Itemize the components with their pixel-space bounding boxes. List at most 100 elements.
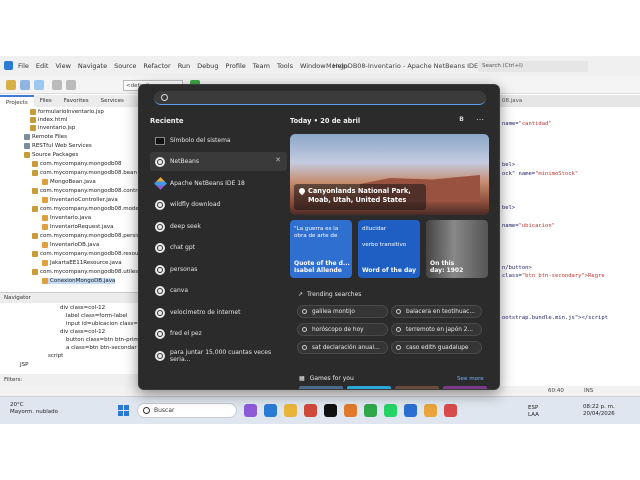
flyout-search-input[interactable] (154, 91, 486, 105)
menu-team[interactable]: Team (253, 62, 270, 70)
tree-item[interactable]: com.mycompany.mongodb08.bean (32, 170, 137, 176)
quote-card[interactable]: "La guerra es la obra de arte de Quote o… (290, 220, 352, 278)
game-thumbnail[interactable] (299, 386, 343, 389)
menu-run[interactable]: Run (178, 62, 190, 70)
tree-item[interactable]: com.mycompany.mongodb08.modelo (32, 206, 144, 212)
office-icon[interactable] (304, 404, 317, 417)
menu-navigate[interactable]: Navigate (78, 62, 107, 70)
jsp-tab[interactable]: JSP (20, 362, 28, 368)
xampp-icon[interactable] (344, 404, 357, 417)
menu-source[interactable]: Source (114, 62, 136, 70)
chrome-icon[interactable] (364, 404, 377, 417)
tab-files[interactable]: Files (34, 95, 58, 107)
ide-search-input[interactable]: Search (Ctrl+I) (478, 61, 588, 72)
menu-edit[interactable]: Edit (36, 62, 49, 70)
bing-icon[interactable]: B (457, 116, 466, 125)
menu-tools[interactable]: Tools (277, 62, 293, 70)
editor-tab[interactable]: 08.java (498, 95, 640, 107)
code-editor[interactable]: 08.java name="cantidad" bel> ock" name="… (498, 95, 640, 385)
more-options-icon[interactable]: ⋯ (476, 115, 484, 124)
taskbar-search[interactable]: Buscar (137, 403, 237, 418)
tree-item[interactable]: InventarioDB.java (42, 242, 99, 248)
menu-profile[interactable]: Profile (226, 62, 246, 70)
game-thumbnail[interactable] (443, 386, 487, 389)
navigator-item[interactable]: script (48, 353, 63, 359)
trending-pill[interactable]: terremoto en japón 2... (391, 323, 482, 336)
on-this-day-card[interactable]: On this day: 1902 (426, 220, 488, 278)
tree-item[interactable]: MongoBean.java (42, 179, 96, 185)
tab-favorites[interactable]: Favorites (58, 95, 95, 107)
tree-item[interactable]: com.mycompany.mongodb08.resource (32, 251, 147, 257)
store-icon[interactable] (404, 404, 417, 417)
tree-item[interactable]: inventario.jsp (30, 125, 75, 131)
language-indicator[interactable]: ESP LAA (528, 405, 539, 419)
tree-item[interactable]: Source Packages (24, 152, 78, 158)
netbeans-taskbar-icon[interactable] (424, 404, 437, 417)
game-thumbnail[interactable] (395, 386, 439, 389)
new-project-icon[interactable] (6, 80, 16, 90)
save-icon[interactable] (34, 80, 44, 90)
game-thumbnail[interactable] (347, 386, 391, 389)
file-explorer-icon[interactable] (284, 404, 297, 417)
clock[interactable]: 08:22 p. m. 20/04/2026 (583, 404, 615, 418)
trending-pill[interactable]: sat declaración anual... (297, 341, 388, 354)
navigator-item[interactable]: label class=form-label (66, 313, 127, 319)
tree-item-selected[interactable]: ConexionMongoDB.java (42, 278, 116, 284)
tree-item[interactable]: JakartaEE11Resource.java (42, 260, 122, 266)
navigator-item[interactable]: a class=btn btn-secondar (66, 345, 137, 351)
whatsapp-icon[interactable] (384, 404, 397, 417)
edge-icon[interactable] (264, 404, 277, 417)
tree-item[interactable]: com.mycompany.mongodb08.controlle (32, 188, 147, 194)
task-view-icon[interactable] (244, 404, 257, 417)
trending-pill[interactable]: horóscopo de hoy (297, 323, 388, 336)
menu-view[interactable]: View (55, 62, 70, 70)
package-icon (32, 251, 38, 257)
recent-item[interactable]: wildfly download (150, 195, 287, 214)
recent-item[interactable]: velocimetro de internet (150, 303, 287, 322)
recent-item[interactable]: Apache NetBeans IDE 18 (150, 174, 287, 193)
navigator-item[interactable]: div class=col-12 (60, 329, 105, 335)
weather-widget[interactable]: 20°C Mayorm. nublado (10, 402, 58, 416)
recent-item[interactable]: personas (150, 260, 287, 279)
recent-item[interactable]: para juntar 15,000 cuantas veces seria..… (150, 346, 287, 365)
navigator-item[interactable]: div class=col-12 (60, 305, 105, 311)
hero-image-card[interactable]: Canyonlands National Park, Moab, Utah, U… (290, 134, 489, 215)
close-icon[interactable]: ✕ (275, 156, 281, 164)
tree-item[interactable]: com.mycompany.mongodb08 (32, 161, 121, 167)
open-project-icon[interactable] (20, 80, 30, 90)
tiktok-icon[interactable] (324, 404, 337, 417)
recent-item[interactable]: Símbolo del sistema (150, 131, 287, 150)
recent-item[interactable]: canva (150, 281, 287, 300)
menu-debug[interactable]: Debug (197, 62, 218, 70)
tree-item[interactable]: com.mycompany.mongodb08.persiste (32, 233, 145, 239)
menu-refactor[interactable]: Refactor (143, 62, 170, 70)
undo-icon[interactable] (52, 80, 62, 90)
recent-item[interactable]: deep seek (150, 217, 287, 236)
tree-item[interactable]: index.html (30, 117, 67, 123)
redo-icon[interactable] (66, 80, 76, 90)
navigator-item[interactable]: button class=btn btn-prim (66, 337, 139, 343)
recent-item[interactable]: fred el pez (150, 324, 287, 343)
tree-item[interactable]: formularioInventario.jsp (30, 109, 104, 115)
recent-item[interactable]: chat gpt (150, 238, 287, 257)
tab-services[interactable]: Services (95, 95, 130, 107)
navigator-item[interactable]: input id=ubicacion class= (66, 321, 138, 327)
tree-item[interactable]: InventarioRequest.java (42, 224, 114, 230)
windows-start-icon[interactable] (118, 405, 129, 416)
trending-pill[interactable]: caso edith guadalupe (391, 341, 482, 354)
tree-item[interactable]: InventarioController.java (42, 197, 118, 203)
trending-pill[interactable]: galilea montijo (297, 305, 388, 318)
tab-projects[interactable]: Projects (0, 95, 34, 107)
word-card[interactable]: dilucidar verbo transitivo Word of the d… (358, 220, 420, 278)
tree-item[interactable]: Remote Files (24, 134, 67, 140)
menu-window[interactable]: Window (300, 62, 326, 70)
trending-pill[interactable]: balacera en teotihuac... (391, 305, 482, 318)
tree-item[interactable]: Inventario.java (42, 215, 91, 221)
search-icon (155, 264, 165, 275)
see-more-link[interactable]: See more (457, 376, 484, 382)
recent-item[interactable]: NetBeans ✕ (150, 152, 287, 171)
menu-file[interactable]: File (18, 62, 29, 70)
app-icon[interactable] (444, 404, 457, 417)
tree-item[interactable]: com.mycompany.mongodb08.utiles (32, 269, 138, 275)
tree-item[interactable]: RESTful Web Services (24, 143, 92, 149)
